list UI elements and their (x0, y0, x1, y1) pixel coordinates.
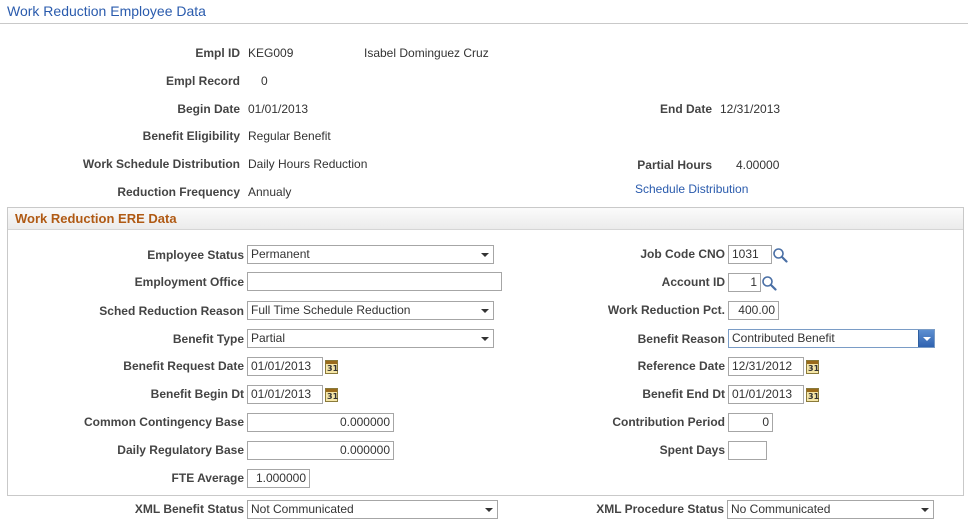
partial-hours-value: 4.00000 (736, 158, 780, 172)
xml-procedure-status-label: XML Procedure Status (596, 502, 724, 516)
benefit-end-label: Benefit End Dt (642, 387, 725, 401)
account-id-label: Account ID (661, 275, 725, 289)
chevron-down-icon (921, 508, 929, 512)
employment-office-input[interactable] (247, 272, 502, 291)
page-title: Work Reduction Employee Data (0, 0, 968, 24)
empl-record-value: 0 (261, 74, 268, 88)
common-contingency-label: Common Contingency Base (83, 415, 244, 429)
employee-status-select[interactable]: Permanent (247, 245, 494, 264)
end-date-label: End Date (659, 102, 712, 116)
daily-regulatory-label: Daily Regulatory Base (117, 443, 244, 457)
chevron-down-icon (485, 508, 493, 512)
calendar-icon[interactable]: 31 (325, 388, 338, 402)
employee-name: Isabel Dominguez Cruz (364, 46, 489, 60)
sched-reduction-select[interactable]: Full Time Schedule Reduction (247, 301, 494, 320)
chevron-down-icon (481, 309, 489, 313)
work-schedule-value: Daily Hours Reduction (248, 157, 368, 171)
chevron-down-icon (923, 337, 931, 341)
empl-id-value: KEG009 (248, 46, 294, 60)
reference-date-input[interactable]: 12/31/2012 (728, 357, 804, 376)
xml-benefit-status-label: XML Benefit Status (134, 502, 244, 516)
sched-reduction-value: Full Time Schedule Reduction (251, 303, 411, 317)
dropdown-button[interactable] (918, 330, 934, 347)
contribution-period-label: Contribution Period (612, 415, 725, 429)
calendar-icon[interactable]: 31 (806, 360, 819, 374)
job-code-input[interactable]: 1031 (728, 245, 772, 264)
benefit-type-label: Benefit Type (172, 332, 244, 346)
benefit-request-date-input[interactable]: 01/01/2013 (247, 357, 323, 376)
xml-benefit-status-select[interactable]: Not Communicated (247, 500, 498, 519)
contribution-period-input[interactable]: 0 (728, 413, 773, 432)
chevron-down-icon (481, 337, 489, 341)
empl-id-label: Empl ID (195, 46, 240, 60)
spent-days-input[interactable] (728, 441, 767, 460)
account-id-input[interactable]: 1 (728, 273, 761, 292)
spent-days-label: Spent Days (659, 443, 725, 457)
work-reduction-pct-label: Work Reduction Pct. (607, 303, 725, 317)
reduction-frequency-label: Reduction Frequency (117, 185, 240, 199)
benefit-begin-label: Benefit Begin Dt (150, 387, 244, 401)
benefit-request-date-label: Benefit Request Date (123, 359, 244, 373)
calendar-icon[interactable]: 31 (325, 360, 338, 374)
job-code-label: Job Code CNO (640, 247, 725, 261)
sched-reduction-label: Sched Reduction Reason (99, 304, 244, 318)
benefit-reason-value: Contributed Benefit (732, 331, 835, 345)
benefit-reason-select[interactable]: Contributed Benefit (728, 329, 935, 348)
search-icon[interactable] (761, 275, 777, 291)
employee-status-label: Employee Status (147, 248, 244, 262)
reference-date-label: Reference Date (637, 359, 725, 373)
daily-regulatory-input[interactable]: 0.000000 (247, 441, 394, 460)
common-contingency-input[interactable]: 0.000000 (247, 413, 394, 432)
reduction-frequency-value: Annualy (248, 185, 292, 199)
employee-status-value: Permanent (251, 247, 310, 261)
begin-date-value: 01/01/2013 (248, 102, 309, 116)
benefit-eligibility-label: Benefit Eligibility (142, 129, 240, 143)
search-icon[interactable] (772, 247, 788, 263)
employment-office-label: Employment Office (134, 275, 244, 289)
fte-average-input[interactable]: 1.000000 (247, 469, 310, 488)
xml-benefit-status-value: Not Communicated (251, 502, 354, 516)
benefit-type-select[interactable]: Partial (247, 329, 494, 348)
section-title: Work Reduction ERE Data (8, 208, 963, 230)
empl-record-label: Empl Record (165, 74, 240, 88)
benefit-begin-input[interactable]: 01/01/2013 (247, 385, 323, 404)
calendar-icon[interactable]: 31 (806, 388, 819, 402)
work-reduction-pct-input[interactable]: 400.00 (728, 301, 779, 320)
begin-date-label: Begin Date (177, 102, 240, 116)
xml-procedure-status-value: No Communicated (731, 502, 831, 516)
benefit-end-input[interactable]: 01/01/2013 (728, 385, 804, 404)
benefit-eligibility-value: Regular Benefit (248, 129, 331, 143)
benefit-type-value: Partial (251, 331, 286, 345)
work-schedule-label: Work Schedule Distribution (82, 157, 240, 171)
benefit-reason-label: Benefit Reason (637, 332, 725, 346)
fte-average-label: FTE Average (171, 471, 244, 485)
partial-hours-label: Partial Hours (637, 158, 712, 172)
chevron-down-icon (481, 253, 489, 257)
xml-procedure-status-select[interactable]: No Communicated (727, 500, 934, 519)
end-date-value: 12/31/2013 (720, 102, 781, 116)
schedule-distribution-link[interactable]: Schedule Distribution (635, 181, 748, 197)
